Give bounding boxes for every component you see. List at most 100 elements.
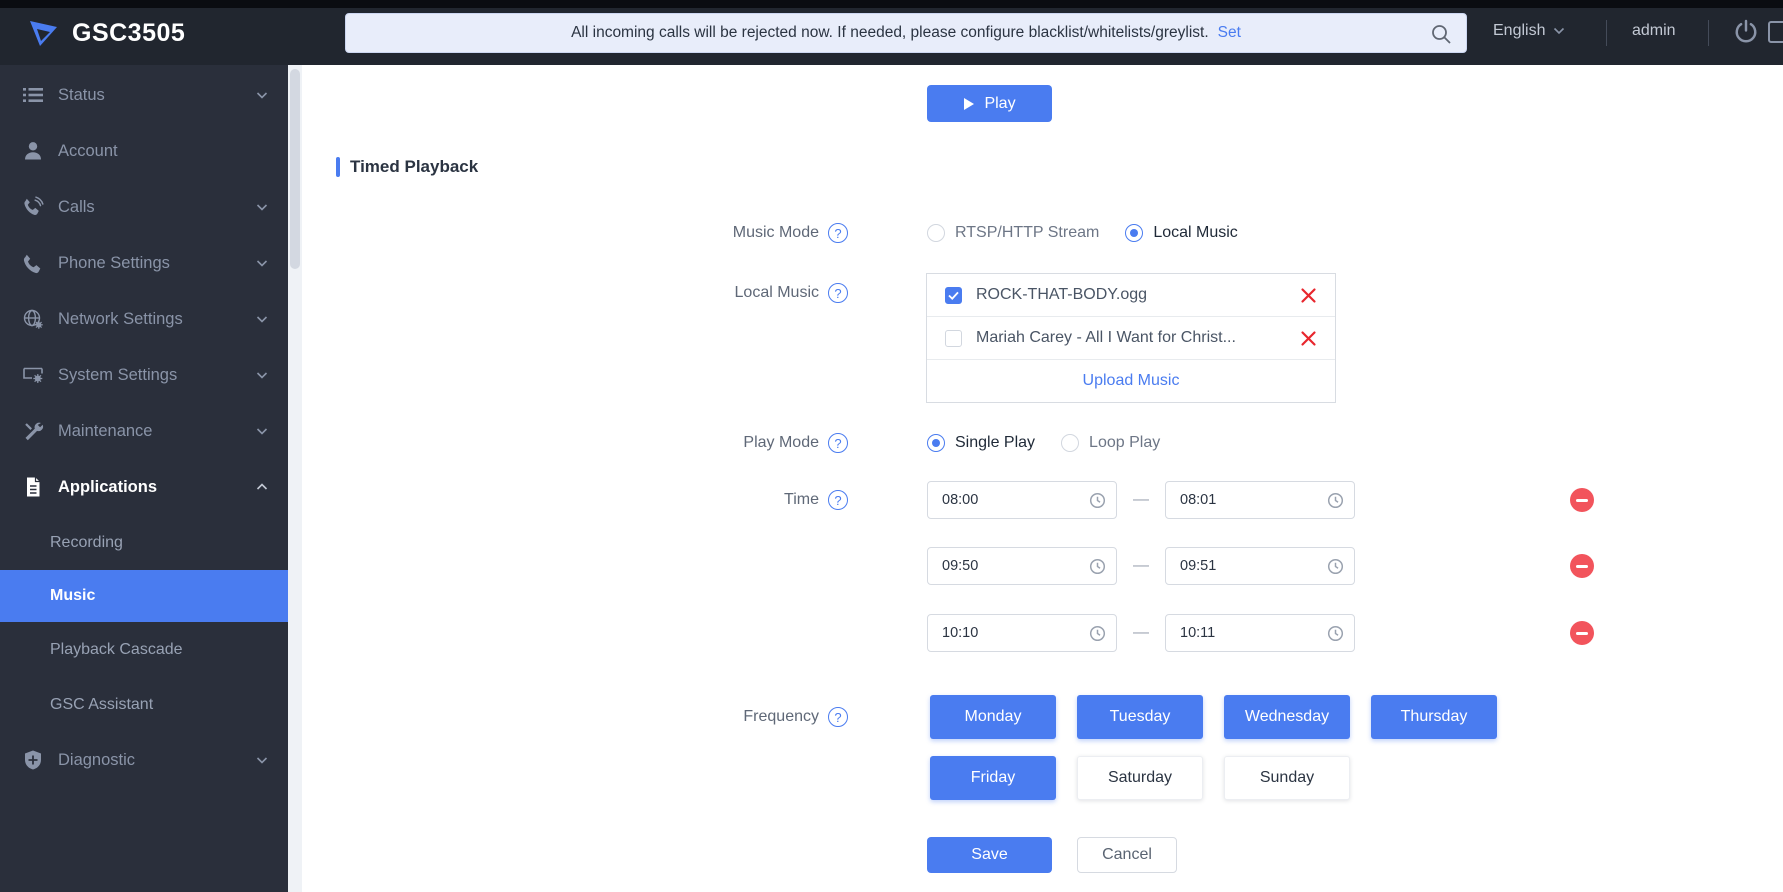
help-icon[interactable]: ? xyxy=(828,283,848,303)
status-list-icon xyxy=(22,84,44,106)
start-time-input[interactable] xyxy=(927,481,1117,519)
chevron-up-icon xyxy=(256,478,268,497)
top-edge-strip xyxy=(0,0,1783,8)
time-range-separator: — xyxy=(1117,624,1165,642)
day-button-tuesday[interactable]: Tuesday xyxy=(1077,695,1203,739)
sidebar-nav: Status Account Calls Phone Settings Netw… xyxy=(0,65,288,892)
sidebar-item-applications[interactable]: Applications xyxy=(0,459,288,515)
radio-label: Loop Play xyxy=(1089,434,1160,452)
delete-file-icon[interactable] xyxy=(1300,287,1317,304)
clock-icon xyxy=(1089,558,1106,580)
radio-label: RTSP/HTTP Stream xyxy=(955,224,1099,242)
start-time-value[interactable] xyxy=(928,615,1116,651)
day-button-wednesday[interactable]: Wednesday xyxy=(1224,695,1350,739)
sidebar-item-system-settings[interactable]: System Settings xyxy=(0,347,288,403)
sidebar-item-network-settings[interactable]: Network Settings xyxy=(0,291,288,347)
file-checkbox-unchecked[interactable] xyxy=(945,330,962,347)
partial-edge-icon[interactable] xyxy=(1768,21,1783,43)
remove-time-range-button[interactable] xyxy=(1570,621,1594,645)
day-button-saturday[interactable]: Saturday xyxy=(1077,756,1203,800)
upload-music-row: Upload Music xyxy=(927,360,1335,402)
brand: GSC3505 xyxy=(26,16,185,50)
end-time-value[interactable] xyxy=(1166,548,1354,584)
start-time-value[interactable] xyxy=(928,482,1116,518)
search-icon[interactable] xyxy=(1430,23,1452,50)
radio-circle[interactable] xyxy=(927,224,945,242)
time-label: Time xyxy=(784,491,819,509)
end-time-value[interactable] xyxy=(1166,615,1354,651)
radio-circle[interactable] xyxy=(1061,434,1079,452)
power-icon[interactable] xyxy=(1733,19,1759,50)
sidebar-item-diagnostic[interactable]: Diagnostic xyxy=(0,732,288,788)
sidebar-item-status[interactable]: Status xyxy=(0,67,288,123)
remove-time-range-button[interactable] xyxy=(1570,554,1594,578)
day-button-sunday[interactable]: Sunday xyxy=(1224,756,1350,800)
time-range-row-1: Time ? — xyxy=(302,481,1783,519)
help-icon[interactable]: ? xyxy=(828,223,848,243)
sidebar-item-calls[interactable]: Calls xyxy=(0,179,288,235)
topbar-divider xyxy=(1606,20,1607,46)
play-button[interactable]: Play xyxy=(927,85,1052,122)
sidebar-item-music[interactable]: Music xyxy=(0,570,288,622)
help-icon[interactable]: ? xyxy=(828,707,848,727)
radio-single-play[interactable]: Single Play xyxy=(927,434,1035,452)
clock-icon xyxy=(1327,492,1344,514)
day-button-thursday[interactable]: Thursday xyxy=(1371,695,1497,739)
music-mode-label: Music Mode xyxy=(733,224,819,242)
notification-banner: All incoming calls will be rejected now.… xyxy=(345,13,1467,53)
section-accent-bar xyxy=(336,157,340,177)
help-icon[interactable]: ? xyxy=(828,490,848,510)
sidebar-item-recording[interactable]: Recording xyxy=(0,515,288,570)
end-time-input[interactable] xyxy=(1165,614,1355,652)
grandstream-logo-icon xyxy=(26,16,60,50)
radio-circle[interactable] xyxy=(927,434,945,452)
sidebar-item-phone-settings[interactable]: Phone Settings xyxy=(0,235,288,291)
frequency-row-2: Friday Saturday Sunday xyxy=(302,756,1783,800)
help-icon[interactable]: ? xyxy=(828,433,848,453)
device-title: GSC3505 xyxy=(72,19,185,48)
delete-file-icon[interactable] xyxy=(1300,330,1317,347)
file-checkbox-checked[interactable] xyxy=(945,287,962,304)
username[interactable]: admin xyxy=(1632,22,1676,40)
cancel-button[interactable]: Cancel xyxy=(1077,837,1177,873)
notification-message: All incoming calls will be rejected now.… xyxy=(571,24,1209,42)
monitor-gear-icon xyxy=(22,364,44,386)
play-mode-label: Play Mode xyxy=(743,434,819,452)
local-music-list: ROCK-THAT-BODY.ogg Mariah Carey - All I … xyxy=(926,273,1336,403)
clock-icon xyxy=(1089,492,1106,514)
end-time-value[interactable] xyxy=(1166,482,1354,518)
content-scrollbar-track[interactable] xyxy=(288,65,302,892)
sidebar-item-label: Account xyxy=(58,142,118,161)
sidebar-item-label: Network Settings xyxy=(58,310,183,329)
section-title: Timed Playback xyxy=(350,157,478,177)
sidebar-item-playback-cascade[interactable]: Playback Cascade xyxy=(0,622,288,677)
clock-icon xyxy=(1327,558,1344,580)
sidebar-item-account[interactable]: Account xyxy=(0,123,288,179)
content-scrollbar-thumb[interactable] xyxy=(290,69,300,269)
sidebar-item-label: Status xyxy=(58,86,105,105)
day-button-monday[interactable]: Monday xyxy=(930,695,1056,739)
start-time-input[interactable] xyxy=(927,614,1117,652)
day-button-friday[interactable]: Friday xyxy=(930,756,1056,800)
start-time-value[interactable] xyxy=(928,548,1116,584)
radio-local-music[interactable]: Local Music xyxy=(1125,224,1237,242)
radio-rtsp-http-stream[interactable]: RTSP/HTTP Stream xyxy=(927,224,1099,242)
remove-time-range-button[interactable] xyxy=(1570,488,1594,512)
start-time-input[interactable] xyxy=(927,547,1117,585)
save-button[interactable]: Save xyxy=(927,837,1052,873)
radio-circle[interactable] xyxy=(1125,224,1143,242)
clock-icon xyxy=(1327,625,1344,647)
frequency-label: Frequency xyxy=(743,708,819,726)
sidebar-item-gsc-assistant[interactable]: GSC Assistant xyxy=(0,677,288,732)
notification-set-link[interactable]: Set xyxy=(1218,24,1241,42)
sidebar-item-maintenance[interactable]: Maintenance xyxy=(0,403,288,459)
sidebar-item-label: Applications xyxy=(58,478,157,497)
language-dropdown[interactable]: English xyxy=(1493,22,1565,40)
music-file-row: Mariah Carey - All I Want for Christ... xyxy=(927,317,1335,360)
upload-music-link[interactable]: Upload Music xyxy=(1083,372,1180,390)
radio-loop-play[interactable]: Loop Play xyxy=(1061,434,1160,452)
sidebar-item-label: Playback Cascade xyxy=(50,641,183,659)
end-time-input[interactable] xyxy=(1165,547,1355,585)
radio-label: Local Music xyxy=(1153,224,1237,242)
end-time-input[interactable] xyxy=(1165,481,1355,519)
